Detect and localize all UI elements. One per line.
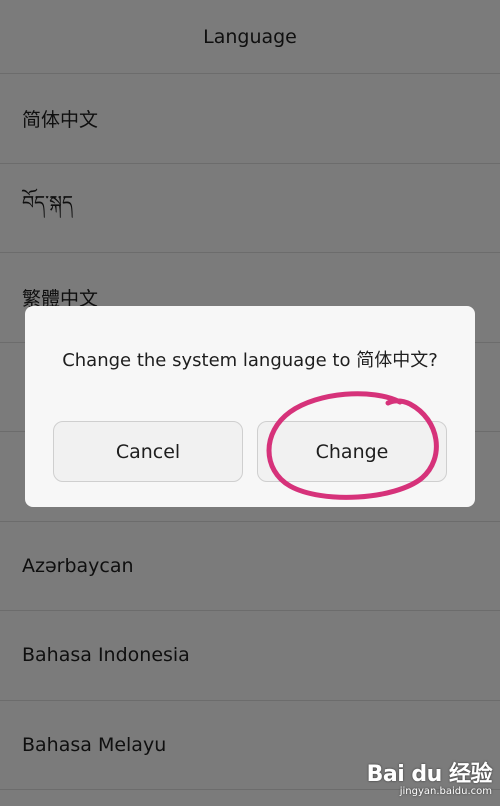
baidu-jingyan-watermark: Bai du 经验 jingyan.baidu.com [366,762,493,798]
watermark-logo: Bai du 经验 [366,762,493,787]
watermark-url: jingyan.baidu.com [399,786,492,797]
dialog-message: Change the system language to 简体中文? [62,350,438,371]
cancel-button[interactable]: Cancel [53,421,243,482]
change-language-dialog: Change the system language to 简体中文? Canc… [25,306,475,507]
language-settings-screen: Language 简体中文 བོད་སྐད 繁體中文 Azərbaycan Ba… [0,0,500,806]
change-button[interactable]: Change [257,421,447,482]
